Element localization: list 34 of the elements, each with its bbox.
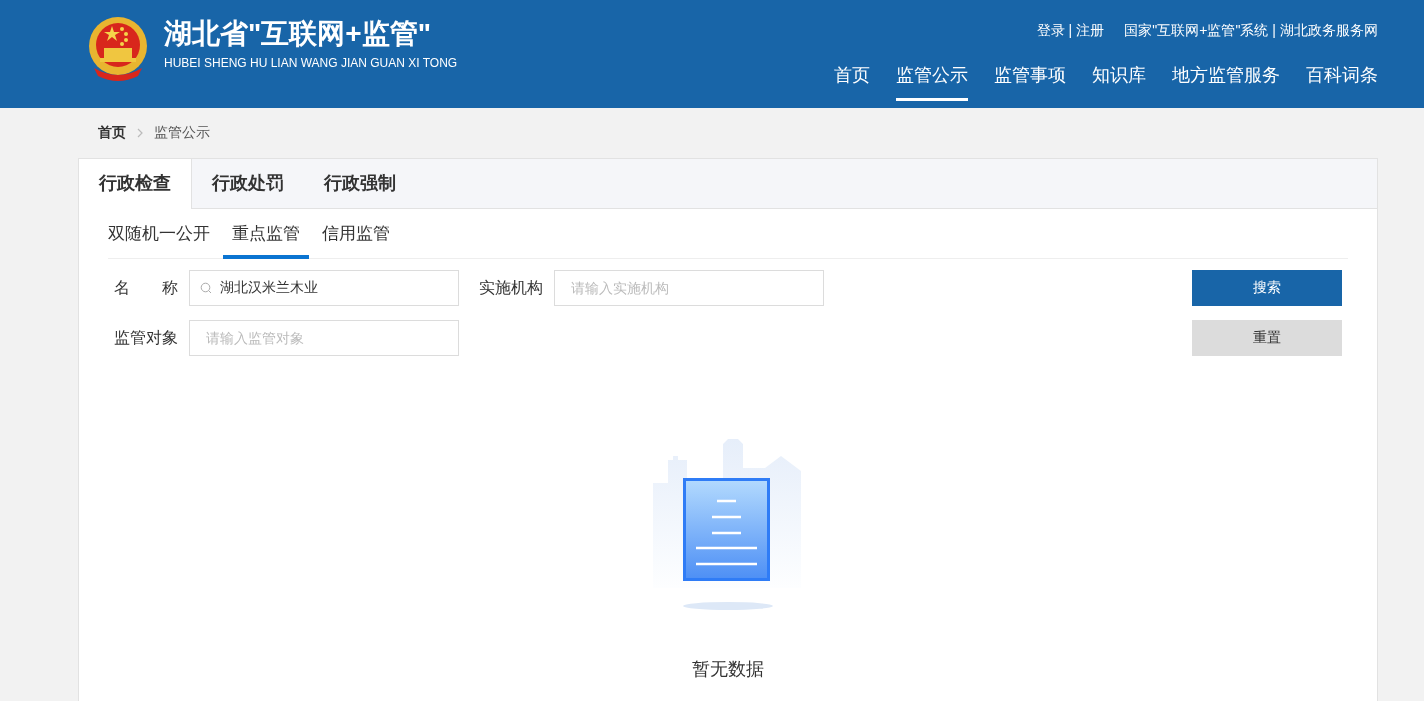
emblem-logo xyxy=(86,16,150,82)
tab[interactable]: 行政检查 xyxy=(79,159,192,209)
sub-tab[interactable]: 双随机一公开 xyxy=(108,222,210,259)
field-label: 名 称 xyxy=(114,277,178,298)
empty-message: 暂无数据 xyxy=(692,658,764,681)
tab[interactable]: 行政强制 xyxy=(304,159,416,209)
input-field[interactable]: 请输入监管对象 xyxy=(189,320,459,356)
header-link[interactable]: 湖北政务服务网 xyxy=(1280,22,1378,40)
field-label: 监管对象 xyxy=(114,327,178,348)
search-button[interactable]: 搜索 xyxy=(1192,270,1342,306)
nav-item[interactable]: 地方监管服务 xyxy=(1172,62,1280,101)
link-separator: | xyxy=(1272,22,1276,40)
search-field[interactable]: 湖北汉米兰木业 xyxy=(189,270,459,306)
link-separator: | xyxy=(1068,22,1073,40)
site-title: 湖北省"互联网+监管" xyxy=(164,17,432,51)
site-subtitle: HUBEI SHENG HU LIAN WANG JIAN GUAN XI TONG xyxy=(164,56,458,70)
chevron-icon xyxy=(136,128,144,138)
breadcrumb-link[interactable]: 首页 xyxy=(98,124,126,142)
header-link[interactable]: 登录 xyxy=(1036,22,1065,40)
field-label: 实施机构 xyxy=(479,277,543,298)
sub-tab[interactable]: 信用监管 xyxy=(322,222,390,259)
reset-button[interactable]: 重置 xyxy=(1192,320,1342,356)
header-link[interactable]: 国家"互联网+监管"系统 xyxy=(1124,22,1269,40)
nav-item[interactable]: 监管公示 xyxy=(896,62,968,101)
nav-item[interactable]: 百科词条 xyxy=(1306,62,1378,101)
nav-item[interactable]: 监管事项 xyxy=(994,62,1066,101)
header-link[interactable]: 注册 xyxy=(1076,22,1105,40)
search-icon xyxy=(200,282,212,294)
input-field[interactable]: 请输入实施机构 xyxy=(554,270,824,306)
breadcrumb-current: 监管公示 xyxy=(154,124,210,142)
sub-tab[interactable]: 重点监管 xyxy=(223,222,309,259)
nav-item[interactable]: 知识库 xyxy=(1092,62,1146,101)
nav-item[interactable]: 首页 xyxy=(834,62,870,101)
tab[interactable]: 行政处罚 xyxy=(192,159,304,209)
